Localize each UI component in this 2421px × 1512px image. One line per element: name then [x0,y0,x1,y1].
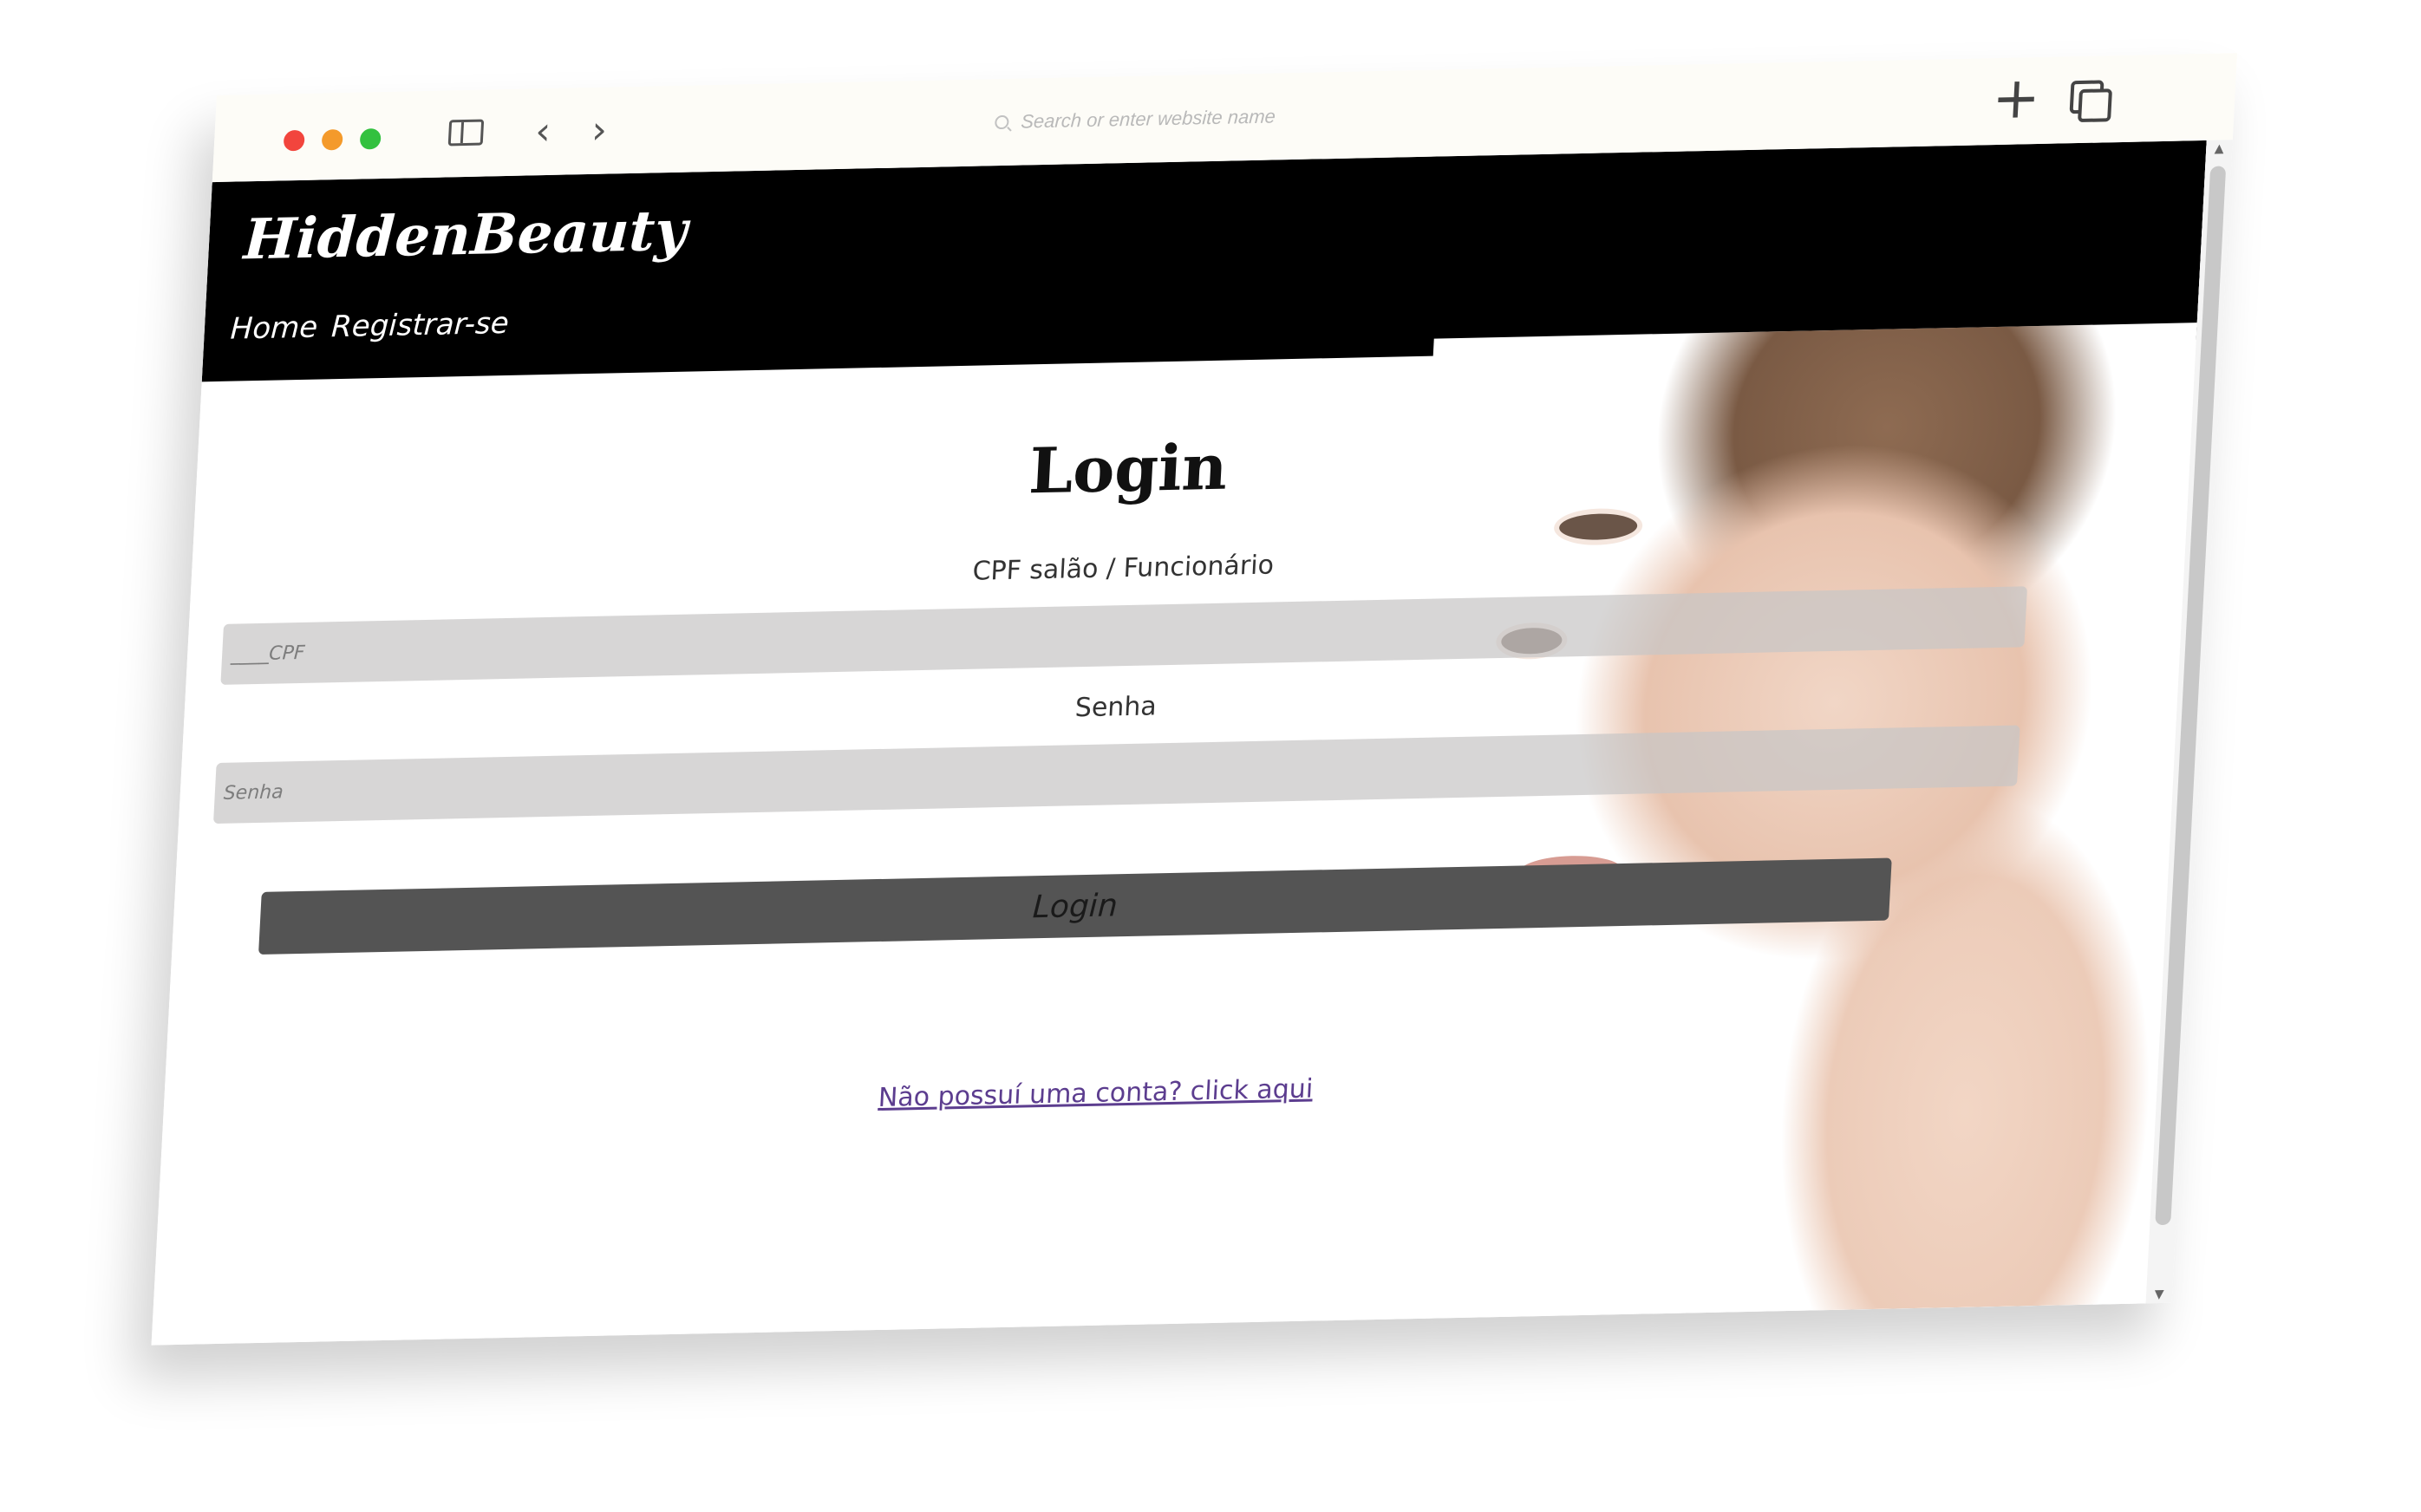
site-logo[interactable]: HiddenBeauty [242,199,688,273]
nav-register-link[interactable]: Registrar-se [330,306,510,344]
address-bar[interactable]: Search or enter website name [994,94,1516,140]
cpf-input[interactable] [220,586,2028,685]
close-window-button[interactable] [283,129,305,152]
register-link-container: Não possuí uma conta? click aqui [163,1059,2029,1128]
address-placeholder: Search or enter website name [1020,105,1276,133]
sidebar-icon[interactable] [447,119,485,147]
scroll-down-arrow-icon[interactable]: ▼ [2146,1287,2173,1302]
minimize-window-button[interactable] [321,128,343,151]
page-title: Login [1027,429,1230,508]
tabs-overview-icon[interactable] [2069,80,2113,123]
browser-window: ‹ › Search or enter website name + Hidde… [151,53,2238,1346]
chevron-right-icon[interactable]: › [591,108,608,153]
zoom-window-button[interactable] [359,128,382,150]
site-nav: Home Registrar-se [230,306,510,347]
chevron-left-icon[interactable]: ‹ [534,109,551,153]
register-link[interactable]: Não possuí uma conta? click aqui [878,1074,1314,1114]
login-button[interactable]: Login [258,857,1892,955]
plus-icon[interactable]: + [1991,64,2042,132]
nav-home-link[interactable]: Home [230,310,319,347]
web-page: HiddenBeauty Home Registrar-se Login CPF… [151,140,2207,1346]
scroll-up-arrow-icon[interactable]: ▲ [2206,141,2233,156]
window-controls [283,128,382,152]
search-icon [994,114,1009,130]
screenshot-stage: ‹ › Search or enter website name + Hidde… [0,0,2421,1512]
login-form: Login CPF salão / Funcionário Senha Logi… [161,342,2066,1163]
password-input[interactable] [212,725,2020,824]
